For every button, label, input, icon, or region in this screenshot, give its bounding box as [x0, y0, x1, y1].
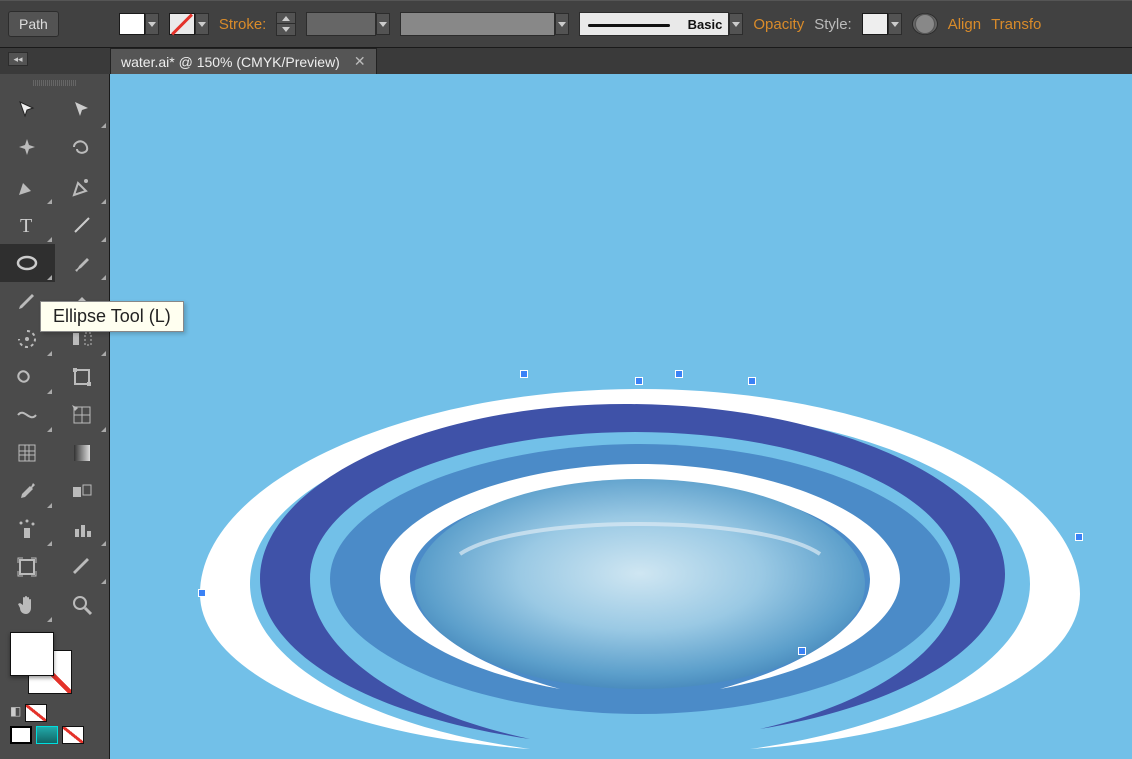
default-fs-icon[interactable]: ◧ [10, 704, 21, 722]
style-swatch-group[interactable] [862, 13, 902, 35]
fill-stroke-block[interactable] [0, 624, 109, 702]
curvature-tool[interactable] [55, 168, 110, 206]
gradient-tool[interactable] [55, 434, 110, 472]
selection-handle[interactable] [675, 370, 683, 378]
hand-tool[interactable] [0, 586, 55, 624]
selection-handle[interactable] [198, 589, 206, 597]
scale-tool[interactable] [0, 358, 55, 396]
symbol-sprayer-tool[interactable] [0, 510, 55, 548]
stroke-swatch-group[interactable] [169, 13, 209, 35]
style-label: Style: [814, 16, 852, 33]
collapse-panels-icon[interactable]: ◂◂ [8, 52, 28, 66]
selection-handle[interactable] [635, 377, 643, 385]
tab-strip: water.ai* @ 150% (CMYK/Preview) ✕ [0, 48, 1132, 74]
color-mode-solid[interactable] [10, 726, 32, 744]
zoom-tool[interactable] [55, 586, 110, 624]
none-mini[interactable] [25, 704, 47, 722]
stroke-profile[interactable] [306, 12, 390, 36]
type-tool[interactable]: T [0, 206, 55, 244]
variable-width-profile[interactable] [400, 12, 569, 36]
svg-text:T: T [20, 215, 32, 237]
tool-grid: T [0, 92, 109, 624]
selection-handle[interactable] [1075, 533, 1083, 541]
fill-dropdown[interactable] [145, 13, 159, 35]
panel-grip[interactable] [33, 80, 77, 86]
color-mode-none[interactable] [62, 726, 84, 744]
color-mode-row [0, 724, 109, 746]
free-transform-tool[interactable] [55, 358, 110, 396]
width-tool[interactable] [0, 396, 55, 434]
stroke-swatch[interactable] [169, 13, 195, 35]
canvas[interactable] [110, 74, 1132, 759]
document-tab[interactable]: water.ai* @ 150% (CMYK/Preview) ✕ [110, 48, 377, 74]
close-icon[interactable]: ✕ [354, 53, 366, 70]
color-mode-gradient[interactable] [36, 726, 58, 744]
style-dropdown[interactable] [888, 13, 902, 35]
align-link[interactable]: Align [948, 16, 981, 33]
ripple-water-center [415, 479, 865, 689]
document-tab-title: water.ai* @ 150% (CMYK/Preview) [121, 54, 340, 70]
ellipse-tool[interactable] [0, 244, 55, 282]
blend-tool[interactable] [55, 472, 110, 510]
direct-selection-tool[interactable] [55, 92, 110, 130]
fill-indicator[interactable] [10, 632, 54, 676]
line-segment-tool[interactable] [55, 206, 110, 244]
warp-tool[interactable] [55, 396, 110, 434]
recolor-artwork-button[interactable] [912, 13, 938, 35]
selection-handle[interactable] [748, 377, 756, 385]
stroke-label: Stroke: [219, 16, 267, 33]
selection-tool[interactable] [0, 92, 55, 130]
fill-swatch[interactable] [119, 13, 145, 35]
swap-default-row: ◧ [0, 702, 109, 724]
fill-swatch-group[interactable] [119, 13, 159, 35]
stroke-weight-spinner[interactable] [276, 12, 296, 36]
artboard-tool[interactable] [0, 548, 55, 586]
selection-handle[interactable] [520, 370, 528, 378]
eyedropper-tool[interactable] [0, 472, 55, 510]
tool-tooltip: Ellipse Tool (L) [40, 301, 184, 332]
column-graph-tool[interactable] [55, 510, 110, 548]
spinner-up[interactable] [277, 13, 295, 24]
path-mode-button[interactable]: Path [8, 11, 59, 37]
ripple-artwork [160, 354, 1120, 759]
selection-handle[interactable] [798, 647, 806, 655]
brush-definition[interactable]: Basic [579, 12, 743, 36]
pen-tool[interactable] [0, 168, 55, 206]
paintbrush-tool[interactable] [55, 244, 110, 282]
magic-wand-tool[interactable] [0, 130, 55, 168]
mesh-tool[interactable] [0, 434, 55, 472]
brush-name: Basic [688, 17, 723, 32]
transform-link[interactable]: Transfo [991, 16, 1041, 33]
tools-panel: T [0, 74, 110, 759]
slice-tool[interactable] [55, 548, 110, 586]
spinner-down[interactable] [277, 24, 295, 35]
style-swatch[interactable] [862, 13, 888, 35]
opacity-label[interactable]: Opacity [753, 16, 804, 33]
stroke-dropdown[interactable] [195, 13, 209, 35]
lasso-tool[interactable] [55, 130, 110, 168]
control-bar: Path Stroke: Basic Opacity Style: Align … [0, 0, 1132, 48]
